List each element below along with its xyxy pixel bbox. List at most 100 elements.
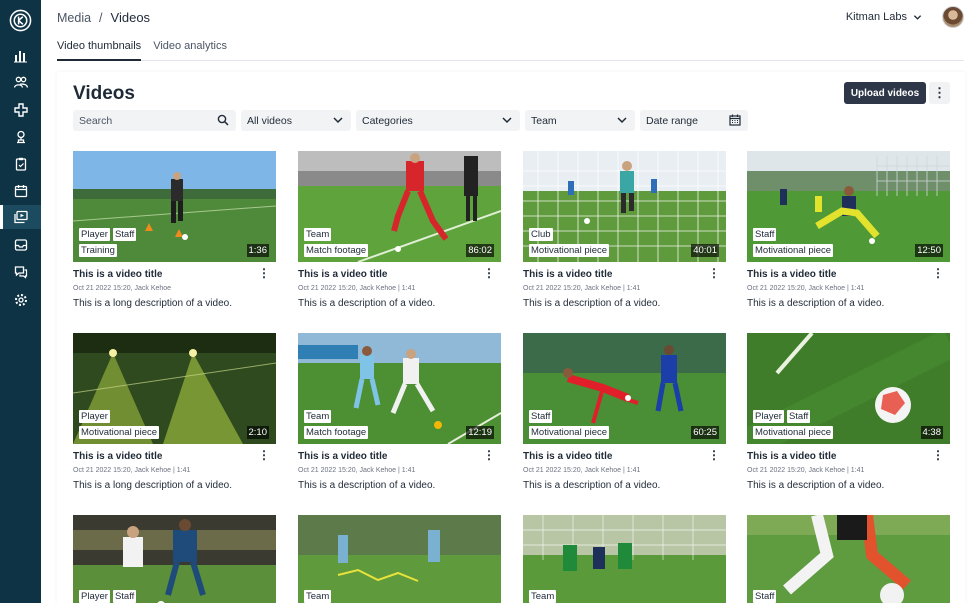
calendar-icon[interactable] xyxy=(11,181,30,200)
video-description: This is a description of a video. xyxy=(523,480,661,491)
tag-list: Player Staff Training xyxy=(79,228,137,257)
breadcrumb-parent[interactable]: Media xyxy=(57,11,91,25)
video-menu-button[interactable]: ⋮ xyxy=(258,266,270,280)
video-menu-button[interactable]: ⋮ xyxy=(932,448,944,462)
video-meta: Oct 21 2022 15:20, Jack Kehoe | 1:41 xyxy=(747,285,865,292)
tag: Team xyxy=(529,590,557,603)
search-input[interactable]: Search xyxy=(73,110,236,131)
tag: Motivational piece xyxy=(79,426,160,439)
tab-video-thumbnails[interactable]: Video thumbnails xyxy=(57,36,142,61)
video-meta: Oct 21 2022 15:20, Jack Kehoe | 1:41 xyxy=(523,467,641,474)
video-thumbnail[interactable]: Player Staff xyxy=(73,515,276,603)
video-menu-button[interactable]: ⋮ xyxy=(483,266,495,280)
thumbnail-image xyxy=(747,515,950,603)
video-meta: Oct 21 2022 15:20, Jack Kehoe | 1:41 xyxy=(73,467,191,474)
video-menu-button[interactable]: ⋮ xyxy=(708,266,720,280)
video-thumbnail[interactable]: Player Motivational piece 2:10 xyxy=(73,333,276,444)
page-title: Videos xyxy=(73,83,135,104)
tag: Team xyxy=(304,228,332,241)
video-card[interactable]: Club Motivational piece 40:01 This is a … xyxy=(523,151,726,309)
tag: Motivational piece xyxy=(753,426,834,439)
tag-list: Staff xyxy=(753,590,777,603)
video-card[interactable]: Player Motivational piece 2:10 This is a… xyxy=(73,333,276,491)
inbox-icon[interactable] xyxy=(11,235,30,254)
team-select-value: Team xyxy=(531,114,557,127)
video-card[interactable]: Player Staff xyxy=(73,515,276,603)
video-menu-button[interactable]: ⋮ xyxy=(483,448,495,462)
video-title[interactable]: This is a video title xyxy=(523,451,612,462)
video-card[interactable]: Team xyxy=(523,515,726,603)
upload-videos-button[interactable]: Upload videos xyxy=(844,82,926,104)
tag: Team xyxy=(304,590,332,603)
tag-list: Player Staff xyxy=(79,590,137,603)
tag-list: Team xyxy=(304,590,332,603)
people-icon[interactable] xyxy=(11,72,30,91)
tag: Player xyxy=(79,410,110,423)
tab-video-analytics[interactable]: Video analytics xyxy=(153,36,227,61)
video-description: This is a description of a video. xyxy=(523,298,661,309)
tag: Match footage xyxy=(304,244,369,257)
video-menu-button[interactable]: ⋮ xyxy=(258,448,270,462)
video-thumbnail[interactable]: Club Motivational piece 40:01 xyxy=(523,151,726,262)
video-card[interactable]: Team Match footage 12:19 This is a video… xyxy=(298,333,501,491)
video-menu-button[interactable]: ⋮ xyxy=(708,448,720,462)
video-thumbnail[interactable]: Team Match footage 12:19 xyxy=(298,333,501,444)
video-thumbnail[interactable]: Team Match footage 86:02 xyxy=(298,151,501,262)
video-title[interactable]: This is a video title xyxy=(73,451,162,462)
kitman-logo[interactable] xyxy=(9,9,32,32)
video-title[interactable]: This is a video title xyxy=(523,269,612,280)
media-icon[interactable] xyxy=(0,205,41,229)
video-thumbnail[interactable]: Player Staff Motivational piece 4:38 xyxy=(747,333,950,444)
tag: Training xyxy=(79,244,117,257)
video-card[interactable]: Staff Motivational piece 60:25 This is a… xyxy=(523,333,726,491)
search-icon[interactable] xyxy=(216,113,230,127)
video-thumbnail[interactable]: Team xyxy=(523,515,726,603)
video-description: This is a description of a video. xyxy=(747,480,885,491)
tag-list: Player Staff Motivational piece xyxy=(753,410,834,439)
video-title[interactable]: This is a video title xyxy=(73,269,162,280)
video-title[interactable]: This is a video title xyxy=(298,269,387,280)
video-description: This is a long description of a video. xyxy=(73,480,232,491)
calendar-icon[interactable] xyxy=(728,113,742,127)
video-card[interactable]: Player Staff Motivational piece 4:38 This… xyxy=(747,333,950,491)
video-thumbnail[interactable]: Staff Motivational piece 12:50 xyxy=(747,151,950,262)
more-options-button[interactable]: ⋮ xyxy=(929,82,950,104)
video-menu-button[interactable]: ⋮ xyxy=(932,266,944,280)
video-card[interactable]: Staff xyxy=(747,515,950,603)
avatar[interactable] xyxy=(942,6,964,28)
trophy-icon[interactable] xyxy=(11,127,30,146)
video-description: This is a long description of a video. xyxy=(73,298,232,309)
videos-select[interactable]: All videos xyxy=(241,110,351,131)
video-title[interactable]: This is a video title xyxy=(747,269,836,280)
settings-icon[interactable] xyxy=(11,290,30,309)
video-card[interactable]: Staff Motivational piece 12:50 This is a… xyxy=(747,151,950,309)
video-thumbnail[interactable]: Team xyxy=(298,515,501,603)
date-range-input[interactable]: Date range xyxy=(640,110,748,131)
video-title[interactable]: This is a video title xyxy=(298,451,387,462)
tag: Staff xyxy=(753,590,777,603)
tag: Player xyxy=(79,590,110,603)
video-duration: 60:25 xyxy=(691,426,719,439)
team-select[interactable]: Team xyxy=(525,110,635,131)
clipboard-icon[interactable] xyxy=(11,154,30,173)
video-thumbnail[interactable]: Player Staff Training 1:36 xyxy=(73,151,276,262)
video-meta: Oct 21 2022 15:20, Jack Kehoe xyxy=(73,285,172,292)
org-switcher[interactable]: Kitman Labs xyxy=(846,11,922,23)
tag: Staff xyxy=(753,228,777,241)
tag: Player xyxy=(753,410,784,423)
video-thumbnail[interactable]: Staff Motivational piece 60:25 xyxy=(523,333,726,444)
tag: Motivational piece xyxy=(753,244,834,257)
video-thumbnail[interactable]: Staff xyxy=(747,515,950,603)
messages-icon[interactable] xyxy=(11,262,30,281)
medical-cross-icon[interactable] xyxy=(11,100,30,119)
video-duration: 2:10 xyxy=(246,426,269,439)
video-card[interactable]: Team Match footage 86:02 This is a video… xyxy=(298,151,501,309)
bar-chart-icon[interactable] xyxy=(11,46,30,65)
chevron-down-icon xyxy=(615,113,629,127)
categories-select[interactable]: Categories xyxy=(356,110,520,131)
video-card[interactable]: Team xyxy=(298,515,501,603)
video-title[interactable]: This is a video title xyxy=(747,451,836,462)
video-duration: 86:02 xyxy=(466,244,494,257)
breadcrumb: Media / Videos xyxy=(57,10,150,25)
video-card[interactable]: Player Staff Training 1:36 This is a vide… xyxy=(73,151,276,309)
